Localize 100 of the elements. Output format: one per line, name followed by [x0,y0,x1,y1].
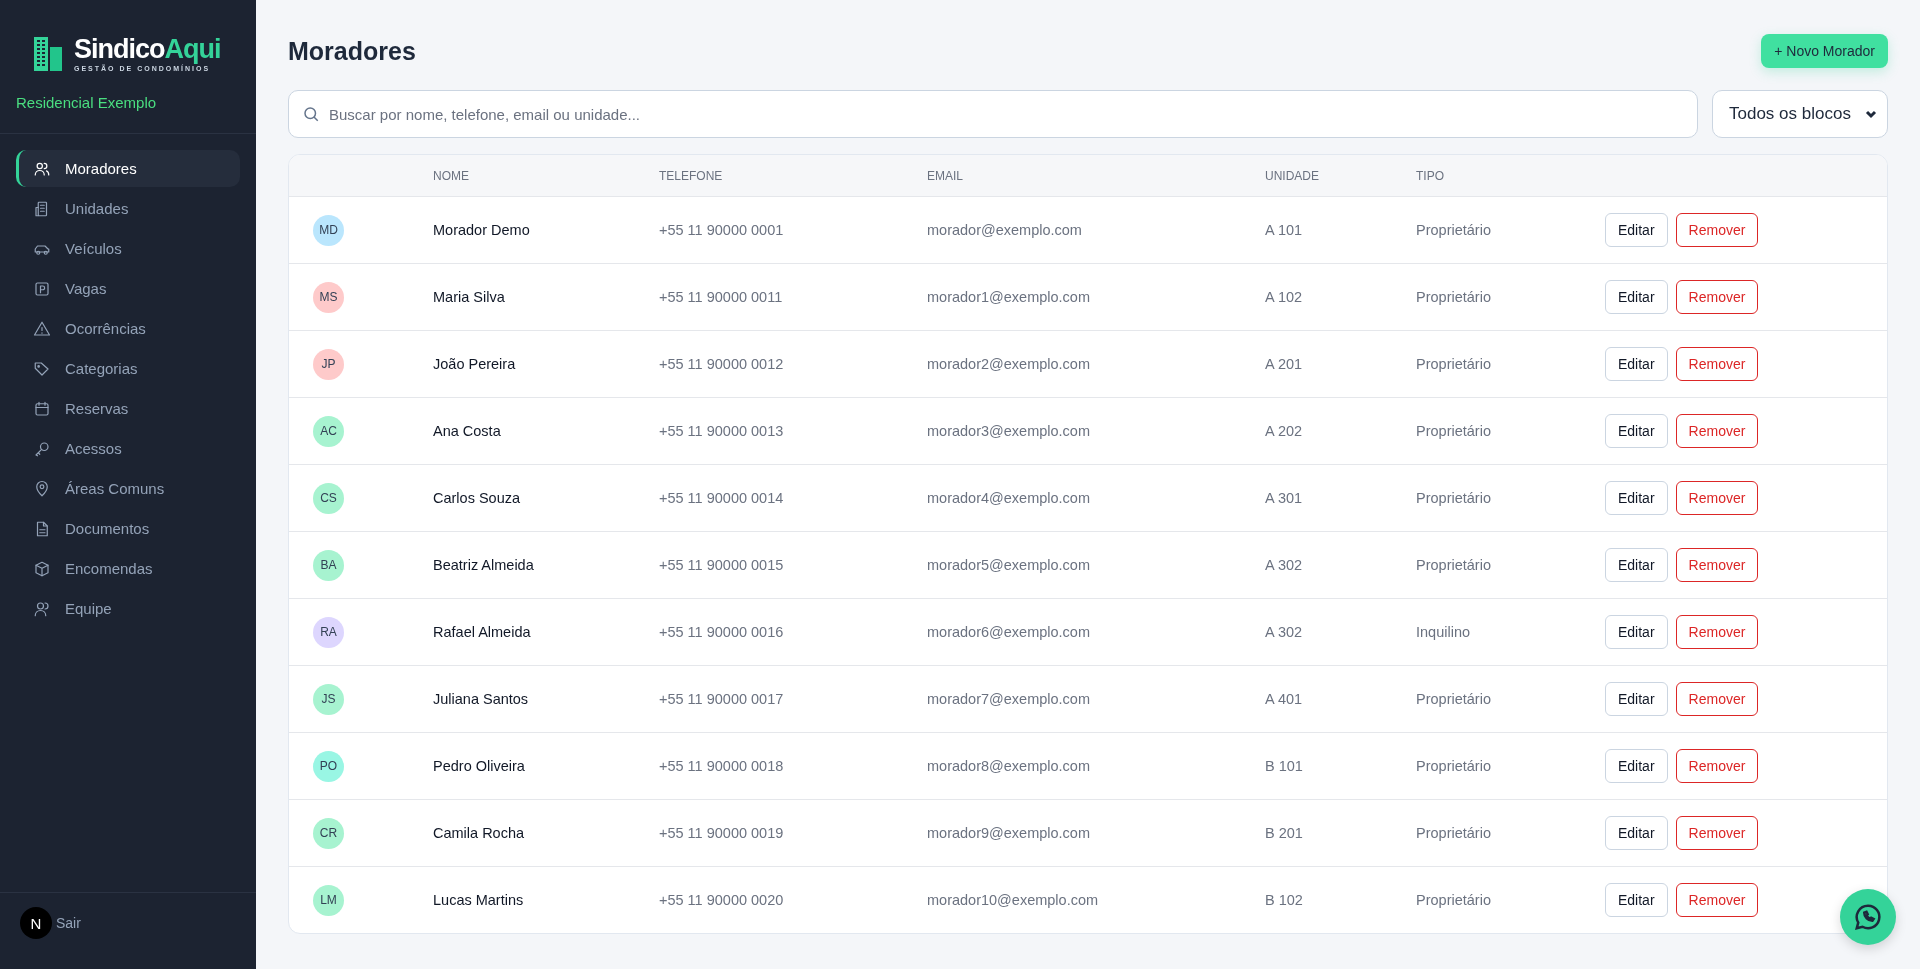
table-cell-text: +55 11 90000 0020 [659,892,785,908]
table-cell-text: Carlos Souza [433,490,522,506]
table-cell-text: +55 11 90000 0016 [659,624,785,640]
table-cell-text: Proprietário [1416,825,1492,841]
table-cell-text: Camila Rocha [433,825,526,841]
table-cell-text: Proprietário [1416,222,1492,238]
calendar-icon [33,399,51,418]
table-cell-text: Morador Demo [433,222,531,238]
table-cell-text: Rafael Almeida [433,624,532,640]
chat-bubble-icon [1853,902,1883,932]
remove-button[interactable]: Remover [1675,682,1759,716]
table-cell-text: A 102 [1265,289,1304,305]
table-cell-text: Proprietário [1416,892,1492,908]
user-avatar: N [20,907,52,939]
table-cell-text: B 201 [1265,825,1304,841]
sidebar-item[interactable]: Veículos [16,230,240,267]
remove-button[interactable]: Remover [1675,816,1759,850]
table-cell-text: Beatriz Almeida [433,557,535,573]
table-cell-text: morador3@exemplo.com [927,423,1091,439]
search-field[interactable]: Buscar por nome, telefone, email ou unidade... [288,90,1698,138]
buildings-logo-icon [34,37,62,71]
column-header: TELEFONE [659,168,724,183]
remove-button[interactable]: Remover [1675,414,1759,448]
condominium-name: Residencial Exemplo [16,94,158,111]
column-header: TIPO [1416,168,1445,183]
table-cell-text: Pedro Oliveira [433,758,526,774]
edit-button[interactable]: Editar [1605,347,1668,381]
parking-icon [33,279,51,298]
table-cell-text: A 401 [1265,691,1304,707]
table-cell-text: Proprietário [1416,423,1492,439]
initials-avatar: LM [313,884,344,916]
initials-avatar: MD [313,214,344,246]
table-cell-text: morador2@exemplo.com [927,356,1091,372]
table-cell-text: Proprietário [1416,691,1492,707]
edit-button[interactable]: Editar [1605,615,1668,649]
table-cell-text: morador8@exemplo.com [927,758,1091,774]
initials-avatar: CR [313,817,344,849]
edit-button[interactable]: Editar [1605,749,1668,783]
edit-button[interactable]: Editar [1605,816,1668,850]
table-cell-text: +55 11 90000 0013 [659,423,785,439]
new-resident-button[interactable]: + Novo Morador [1761,34,1888,68]
sidebar-item[interactable]: Categorias [16,350,240,387]
table-cell-text: +55 11 90000 0015 [659,557,785,573]
sidebar-item[interactable]: Áreas Comuns [16,470,240,507]
table-cell-text: morador@exemplo.com [927,222,1083,238]
edit-button[interactable]: Editar [1605,213,1668,247]
table-cell-text: Proprietário [1416,758,1492,774]
table-cell-text: A 302 [1265,624,1304,640]
table-cell-text: Juliana Santos [433,691,530,707]
edit-button[interactable]: Editar [1605,481,1668,515]
sidebar-item[interactable]: Moradores [16,150,240,187]
logout-link[interactable]: Sair [56,915,81,931]
box-icon [33,559,51,578]
table-cell-text: morador9@exemplo.com [927,825,1091,841]
sidebar-item[interactable]: Reservas [16,390,240,427]
table-cell-text: Proprietário [1416,289,1492,305]
remove-button[interactable]: Remover [1675,280,1759,314]
page-title: Moradores [288,36,416,66]
chat-button[interactable] [1840,889,1896,945]
initials-avatar: PO [313,750,344,782]
initials-avatar: MS [313,281,344,313]
table-cell-text: B 102 [1265,892,1304,908]
sidebar-item[interactable]: Ocorrências [16,310,240,347]
block-filter-dropdown[interactable]: Todos os blocos [1712,90,1888,138]
edit-button[interactable]: Editar [1605,548,1668,582]
table-cell-text: morador10@exemplo.com [927,892,1100,908]
table-cell-text: +55 11 90000 0018 [659,758,785,774]
edit-button[interactable]: Editar [1605,280,1668,314]
remove-button[interactable]: Remover [1675,615,1759,649]
table-cell-text: A 201 [1265,356,1304,372]
column-header: NOME [433,168,470,183]
initials-avatar: AC [313,415,344,447]
edit-button[interactable]: Editar [1605,682,1668,716]
table-cell-text: A 302 [1265,557,1304,573]
remove-button[interactable]: Remover [1675,481,1759,515]
sidebar-item[interactable]: Unidades [16,190,240,227]
sidebar-item[interactable]: Encomendas [16,550,240,587]
sidebar-item[interactable]: Vagas [16,270,240,307]
table-cell-text: +55 11 90000 0014 [659,490,785,506]
pin-icon [33,479,51,498]
table-cell-text: +55 11 90000 0011 [659,289,784,305]
remove-button[interactable]: Remover [1675,213,1759,247]
initials-avatar: CS [313,482,344,514]
remove-button[interactable]: Remover [1675,883,1759,917]
sidebar-item[interactable]: Acessos [16,430,240,467]
initials-avatar: JS [313,683,344,715]
table-cell-text: morador4@exemplo.com [927,490,1091,506]
remove-button[interactable]: Remover [1675,548,1759,582]
table-cell-text: A 202 [1265,423,1304,439]
table-cell-text: morador7@exemplo.com [927,691,1091,707]
edit-button[interactable]: Editar [1605,414,1668,448]
edit-button[interactable]: Editar [1605,883,1668,917]
table-cell-text: A 101 [1265,222,1304,238]
initials-avatar: JP [313,348,344,380]
table-cell-text: B 101 [1265,758,1304,774]
sidebar-item[interactable]: Equipe [16,590,240,627]
remove-button[interactable]: Remover [1675,347,1759,381]
table-cell-text: +55 11 90000 0001 [659,222,785,238]
remove-button[interactable]: Remover [1675,749,1759,783]
sidebar-item[interactable]: Documentos [16,510,240,547]
